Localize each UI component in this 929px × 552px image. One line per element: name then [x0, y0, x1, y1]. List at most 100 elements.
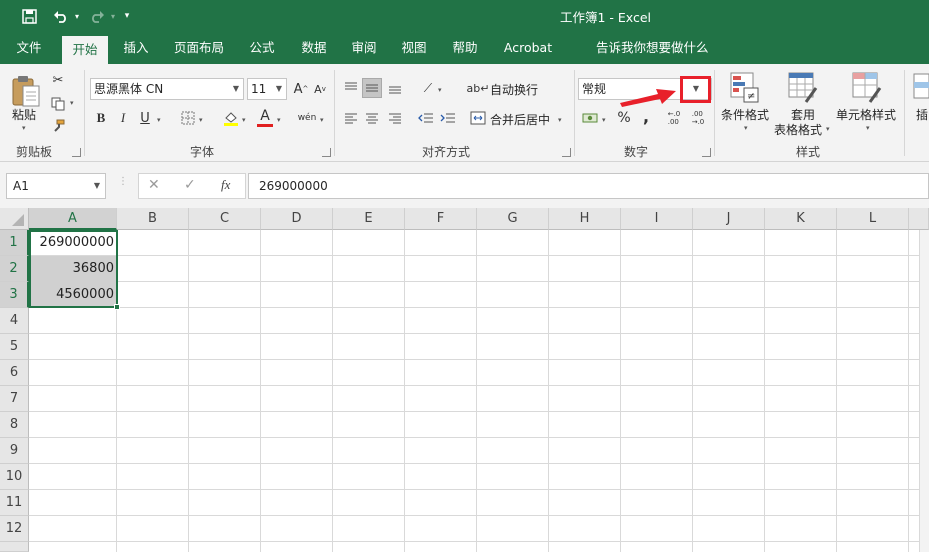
increase-indent-icon[interactable]: [438, 108, 458, 128]
number-launcher-icon[interactable]: [702, 148, 711, 157]
insert-function-icon[interactable]: fx: [221, 177, 230, 193]
underline-dropdown-icon[interactable]: ▾: [157, 116, 161, 124]
orientation-dropdown-icon[interactable]: ▾: [438, 86, 442, 94]
chevron-down-icon[interactable]: ▼: [94, 174, 100, 198]
paste-button[interactable]: 粘贴: [12, 106, 36, 123]
decrease-decimal-button[interactable]: .00 →.0: [688, 108, 708, 128]
column-header[interactable]: K: [765, 208, 837, 230]
bold-button[interactable]: B: [91, 108, 111, 128]
align-center-icon[interactable]: [362, 108, 382, 128]
conditional-dropdown-icon[interactable]: ▾: [744, 124, 748, 132]
merge-center-button[interactable]: 合并后居中: [490, 111, 550, 128]
enter-icon[interactable]: ✓: [184, 177, 196, 193]
wrap-text-icon[interactable]: ab↵: [467, 78, 490, 98]
formula-input[interactable]: 269000000: [248, 173, 929, 199]
row-header[interactable]: 6: [0, 360, 29, 386]
borders-dropdown-icon[interactable]: ▾: [199, 116, 203, 124]
worksheet-grid[interactable]: A B C D E F G H I J K L 1 2 3 4 5 6 7 8 …: [0, 208, 929, 552]
font-launcher-icon[interactable]: [322, 148, 331, 157]
tab-home[interactable]: 开始: [62, 36, 108, 64]
undo-dropdown-icon[interactable]: ▾: [72, 6, 82, 26]
format-painter-icon[interactable]: [48, 116, 68, 136]
tab-data[interactable]: 数据: [292, 32, 336, 64]
comma-style-button[interactable]: ,: [636, 106, 656, 126]
tab-insert[interactable]: 插入: [114, 32, 158, 64]
underline-button[interactable]: U: [135, 108, 155, 128]
vertical-scrollbar[interactable]: [919, 230, 929, 552]
paste-dropdown-icon[interactable]: ▾: [22, 124, 26, 132]
row-header[interactable]: 2: [0, 256, 29, 282]
tab-review[interactable]: 审阅: [342, 32, 386, 64]
format-as-table-icon[interactable]: [788, 72, 818, 104]
phonetic-icon[interactable]: wén: [297, 108, 317, 128]
tab-page-layout[interactable]: 页面布局: [166, 32, 232, 64]
tell-me-search[interactable]: 告诉我你想要做什么: [596, 32, 712, 64]
tab-acrobat[interactable]: Acrobat: [498, 32, 558, 64]
row-header[interactable]: 4: [0, 308, 29, 334]
copy-icon[interactable]: [48, 94, 68, 114]
conditional-formatting-button[interactable]: 条件格式: [721, 106, 769, 123]
cell-styles-dropdown-icon[interactable]: ▾: [866, 124, 870, 132]
decrease-font-size-icon[interactable]: Av: [310, 79, 330, 99]
cut-icon[interactable]: ✂: [48, 70, 68, 90]
row-header[interactable]: 12: [0, 516, 29, 542]
save-icon[interactable]: [18, 6, 40, 26]
column-header[interactable]: A: [29, 208, 117, 230]
insert-cells-icon[interactable]: [912, 72, 929, 102]
column-header[interactable]: D: [261, 208, 333, 230]
alignment-launcher-icon[interactable]: [562, 148, 571, 157]
column-header[interactable]: G: [477, 208, 549, 230]
column-header[interactable]: J: [693, 208, 765, 230]
tab-formulas[interactable]: 公式: [240, 32, 284, 64]
column-header[interactable]: I: [621, 208, 693, 230]
font-name-select[interactable]: 思源黑体 CN ▼: [90, 78, 244, 100]
wrap-text-button[interactable]: 自动换行: [490, 81, 538, 98]
align-middle-icon[interactable]: [362, 78, 382, 98]
borders-icon[interactable]: [178, 108, 198, 128]
percent-style-button[interactable]: %: [614, 108, 634, 128]
cell-styles-button[interactable]: 单元格样式: [836, 106, 896, 123]
column-header[interactable]: F: [405, 208, 477, 230]
fill-handle[interactable]: [114, 304, 120, 310]
cancel-icon[interactable]: ✕: [148, 177, 160, 193]
fill-color-dropdown-icon[interactable]: ▾: [242, 116, 246, 124]
phonetic-dropdown-icon[interactable]: ▾: [320, 116, 324, 124]
row-header[interactable]: 10: [0, 464, 29, 490]
customize-qat-icon[interactable]: ▾: [120, 6, 134, 26]
align-top-icon[interactable]: [341, 78, 361, 98]
row-header[interactable]: 5: [0, 334, 29, 360]
undo-icon[interactable]: [50, 6, 72, 26]
clipboard-launcher-icon[interactable]: [72, 148, 81, 157]
row-header[interactable]: [0, 542, 29, 552]
align-bottom-icon[interactable]: [385, 78, 405, 98]
align-left-icon[interactable]: [341, 108, 361, 128]
column-header[interactable]: L: [837, 208, 909, 230]
row-header[interactable]: 7: [0, 386, 29, 412]
accounting-format-icon[interactable]: [580, 108, 600, 128]
row-header[interactable]: 11: [0, 490, 29, 516]
column-header[interactable]: C: [189, 208, 261, 230]
row-header[interactable]: 8: [0, 412, 29, 438]
merge-center-icon[interactable]: [468, 108, 488, 128]
decrease-indent-icon[interactable]: [416, 108, 436, 128]
tab-view[interactable]: 视图: [392, 32, 436, 64]
conditional-formatting-icon[interactable]: ≠: [730, 72, 760, 104]
column-header[interactable]: E: [333, 208, 405, 230]
merge-center-dropdown-icon[interactable]: ▾: [558, 116, 562, 124]
row-header[interactable]: 1: [0, 230, 29, 256]
column-header[interactable]: [909, 208, 929, 230]
paste-icon[interactable]: [10, 74, 42, 108]
copy-dropdown-icon[interactable]: ▾: [70, 99, 74, 107]
column-header[interactable]: B: [117, 208, 189, 230]
align-right-icon[interactable]: [385, 108, 405, 128]
name-box[interactable]: A1 ▼: [6, 173, 106, 199]
tab-file[interactable]: 文件: [6, 32, 52, 64]
font-size-select[interactable]: 11 ▼: [247, 78, 287, 100]
increase-decimal-button[interactable]: ←.0 .00: [664, 108, 684, 128]
row-header[interactable]: 9: [0, 438, 29, 464]
italic-button[interactable]: I: [113, 108, 133, 128]
fill-color-icon[interactable]: [221, 108, 241, 128]
font-color-dropdown-icon[interactable]: ▾: [277, 116, 281, 124]
insert-cells-button[interactable]: 插: [916, 106, 928, 123]
tab-help[interactable]: 帮助: [442, 32, 488, 64]
